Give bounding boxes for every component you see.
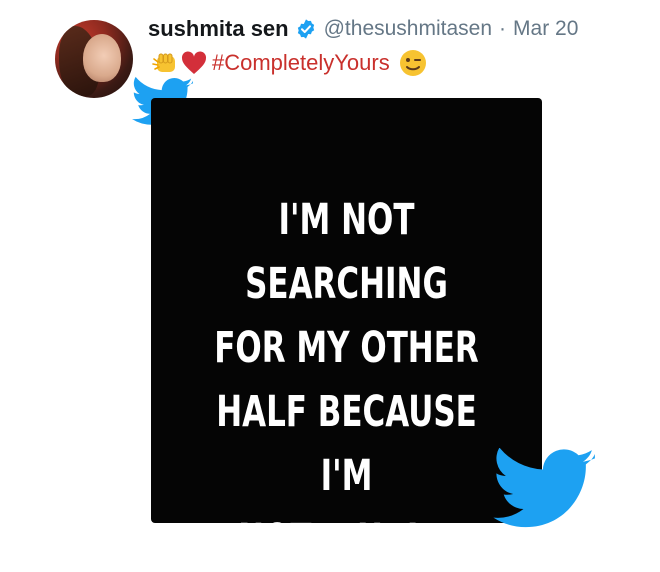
avatar[interactable]: [55, 20, 133, 98]
tweet-text: #CompletelyYours: [150, 48, 430, 78]
winking-face-emoji: [399, 50, 426, 76]
twitter-bird-icon: [493, 448, 595, 528]
author-name[interactable]: sushmita sen: [148, 16, 289, 42]
avatar-face: [83, 34, 121, 82]
tweet-card: sushmita sen @thesushmitasen · Mar 20 #C…: [0, 0, 660, 565]
tweet-date[interactable]: Mar 20: [513, 17, 578, 41]
quote-line: HALF BECAUSE I'M: [216, 387, 477, 501]
verified-badge-icon: [297, 19, 314, 39]
quote-line: FOR MY OTHER: [214, 323, 479, 373]
hashtag-link[interactable]: #CompletelyYours: [212, 50, 390, 76]
separator-dot: ·: [499, 17, 507, 40]
red-heart-emoji: [181, 51, 207, 74]
author-handle[interactable]: @thesushmitasen: [324, 17, 492, 41]
fist-bump-emoji: [152, 53, 175, 72]
quote-text: I'M NOT SEARCHING FOR MY OTHER HALF BECA…: [206, 188, 488, 572]
tweet-media-image[interactable]: I'M NOT SEARCHING FOR MY OTHER HALF BECA…: [151, 98, 542, 565]
quote-line: I'M NOT SEARCHING: [245, 195, 448, 309]
quote-line: NOT A HALF.: [238, 515, 455, 565]
tweet-header: sushmita sen @thesushmitasen · Mar 20: [148, 14, 578, 44]
